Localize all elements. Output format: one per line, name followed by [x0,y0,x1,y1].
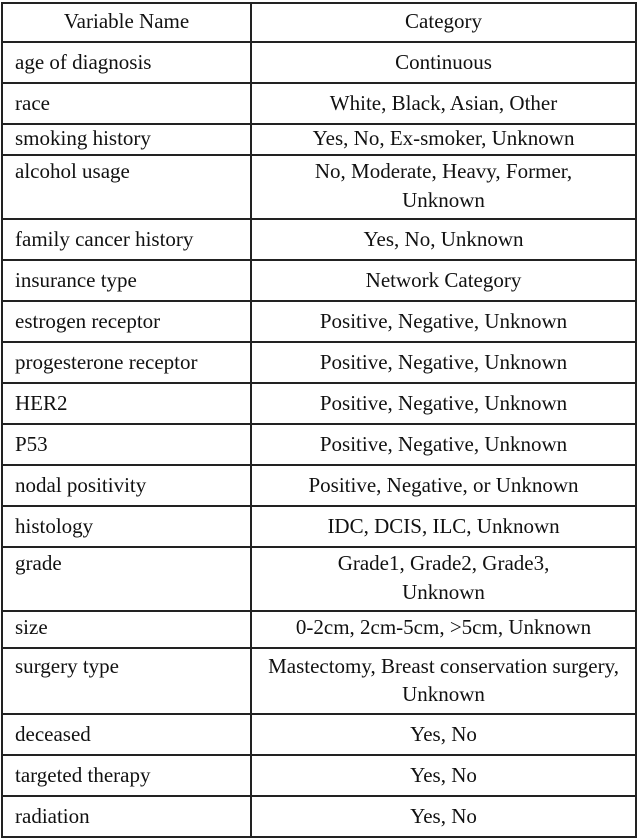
table-row: histology IDC, DCIS, ILC, Unknown [0,505,637,548]
table-row: size 0-2cm, 2cm-5cm, >5cm, Unknown [0,610,637,649]
category-cell: White, Black, Asian, Other [250,82,637,125]
header-variable-name: Variable Name [0,2,253,43]
table-row: family cancer history Yes, No, Unknown [0,218,637,261]
variable-cell: P53 [0,423,253,466]
variable-cell: smoking history [0,123,253,156]
category-cell: Mastectomy, Breast conservation surgery,… [250,647,637,715]
variable-cell: radiation [0,795,253,838]
variable-cell: histology [0,505,253,548]
table-row: race White, Black, Asian, Other [0,82,637,125]
table-row: deceased Yes, No [0,713,637,756]
category-cell: Yes, No [250,713,637,756]
category-cell: Grade1, Grade2, Grade3, Unknown [250,546,637,612]
category-cell: Yes, No [250,754,637,797]
category-cell: IDC, DCIS, ILC, Unknown [250,505,637,548]
variable-cell: size [0,610,253,649]
variable-cell: estrogen receptor [0,300,253,343]
category-cell: Positive, Negative, or Unknown [250,464,637,507]
table-row: P53 Positive, Negative, Unknown [0,423,637,466]
variable-cell: grade [0,546,253,612]
category-cell: No, Moderate, Heavy, Former, Unknown [250,154,637,220]
table-row: insurance type Network Category [0,259,637,302]
variable-cell: surgery type [0,647,253,715]
category-cell: Positive, Negative, Unknown [250,300,637,343]
table-row: surgery type Mastectomy, Breast conservat… [0,647,637,715]
category-cell: Continuous [250,41,637,84]
table-row: grade Grade1, Grade2, Grade3, Unknown [0,546,637,612]
header-category: Category [250,2,637,43]
category-cell: 0-2cm, 2cm-5cm, >5cm, Unknown [250,610,637,649]
table-row: alcohol usage No, Moderate, Heavy, Former… [0,154,637,220]
variable-cell: family cancer history [0,218,253,261]
variable-cell: HER2 [0,382,253,425]
category-cell: Positive, Negative, Unknown [250,423,637,466]
table-row: smoking history Yes, No, Ex-smoker, Unkno… [0,123,637,156]
variable-cell: nodal positivity [0,464,253,507]
table-row: radiation Yes, No [0,795,637,838]
category-cell: Positive, Negative, Unknown [250,382,637,425]
variable-cell: age of diagnosis [0,41,253,84]
variable-cell: race [0,82,253,125]
variable-cell: alcohol usage [0,154,253,220]
variable-cell: targeted therapy [0,754,253,797]
variable-cell: progesterone receptor [0,341,253,384]
table-row: nodal positivity Positive, Negative, or U… [0,464,637,507]
variable-cell: insurance type [0,259,253,302]
category-cell: Positive, Negative, Unknown [250,341,637,384]
category-cell: Yes, No, Ex-smoker, Unknown [250,123,637,156]
table-row: estrogen receptor Positive, Negative, Unk… [0,300,637,343]
table-row: HER2 Positive, Negative, Unknown [0,382,637,425]
variables-table: Variable Name Category age of diagnosis C… [0,2,637,838]
category-cell: Yes, No, Unknown [250,218,637,261]
variable-cell: deceased [0,713,253,756]
category-cell: Network Category [250,259,637,302]
table-row: age of diagnosis Continuous [0,41,637,84]
category-cell: Yes, No [250,795,637,838]
table-row: targeted therapy Yes, No [0,754,637,797]
table-row: progesterone receptor Positive, Negative,… [0,341,637,384]
header-row: Variable Name Category [0,2,637,43]
